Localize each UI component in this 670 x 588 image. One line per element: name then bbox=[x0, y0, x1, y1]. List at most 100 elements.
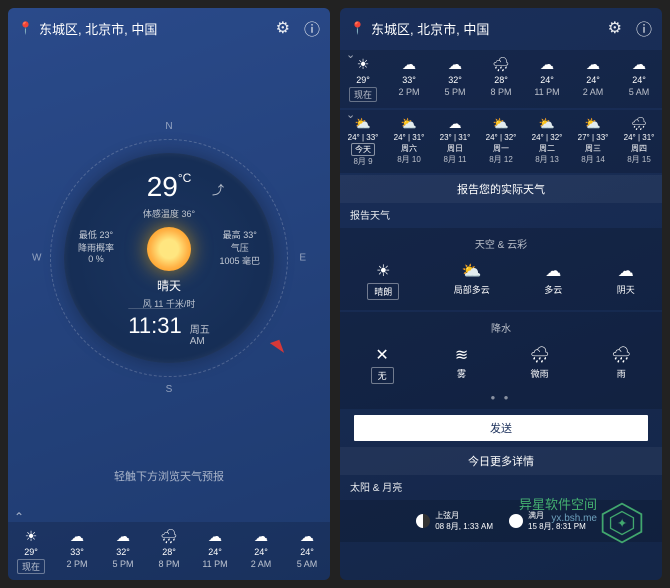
weather-icon: ☁ bbox=[386, 56, 432, 73]
precip-options: ✕无 ≋雾 🌧微雨 🌧雨 bbox=[340, 339, 662, 390]
svg-text:✦: ✦ bbox=[617, 516, 627, 530]
info-icon[interactable]: ⓘ bbox=[304, 16, 320, 40]
feels-like: 体感温度 36° bbox=[143, 207, 195, 220]
info-icon[interactable]: ⓘ bbox=[636, 16, 652, 40]
hourly-item[interactable]: 🌧28°8 PM bbox=[478, 56, 524, 102]
hourly-section[interactable]: ⌄ ☀29°现在☁33°2 PM☁32°5 PM🌧28°8 PM☁24°11 P… bbox=[340, 50, 662, 108]
precip-icon: ✕ bbox=[371, 345, 394, 365]
hourly-item[interactable]: ☁24°5 AM bbox=[616, 56, 662, 102]
moon-phase: 上弦月08 8月, 1:33 AM bbox=[416, 510, 493, 532]
sky-icon: ⛅ bbox=[454, 261, 490, 281]
daily-item[interactable]: ⛅27° | 33°周三8月 14 bbox=[570, 116, 616, 167]
weather-icon: ⛅ bbox=[478, 116, 524, 132]
sky-option[interactable]: ☁阴天 bbox=[617, 261, 635, 300]
precip-icon: ≋ bbox=[455, 345, 468, 365]
daily-forecast: ⛅24° | 33°今天8月 9⛅24° | 31°周六8月 10☁23° | … bbox=[340, 114, 662, 169]
sky-label: 天空 & 云彩 bbox=[340, 236, 662, 251]
precip-option[interactable]: ✕无 bbox=[371, 345, 394, 384]
share-icon[interactable]: ⤴ bbox=[212, 181, 224, 198]
hourly-item[interactable]: ☀29°现在 bbox=[8, 528, 54, 574]
weather-icon: ☀ bbox=[8, 528, 54, 545]
daily-section[interactable]: ⌄ ⛅24° | 33°今天8月 9⛅24° | 31°周六8月 10☁23° … bbox=[340, 110, 662, 173]
precip-icon: 🌧 bbox=[611, 345, 631, 365]
weather-icon: ☁ bbox=[570, 56, 616, 73]
hourly-item[interactable]: ☁24°2 AM bbox=[570, 56, 616, 102]
daily-item[interactable]: ⛅24° | 32°周一8月 12 bbox=[478, 116, 524, 167]
sky-option[interactable]: ☁多云 bbox=[544, 261, 562, 300]
weather-icon: ☁ bbox=[616, 56, 662, 73]
sky-icon: ☀ bbox=[367, 261, 399, 281]
sky-icon: ☁ bbox=[544, 261, 562, 281]
weather-icon: ☁ bbox=[432, 56, 478, 73]
compass-dial[interactable]: N S E W 29°C ⤴ 体感温度 36° 最低 23° 降雨概率 0 % … bbox=[64, 153, 274, 363]
hourly-item[interactable]: ☁24°11 PM bbox=[192, 528, 238, 574]
sunmoon-title: 太阳 & 月亮 bbox=[340, 475, 662, 498]
sky-option[interactable]: ⛅局部多云 bbox=[454, 261, 490, 300]
daily-item[interactable]: ⛅24° | 32°周二8月 13 bbox=[524, 116, 570, 167]
weather-icon: ⛅ bbox=[524, 116, 570, 132]
weather-icon: ☁ bbox=[284, 528, 330, 545]
weather-icon: ☁ bbox=[100, 528, 146, 545]
cardinal-s: S bbox=[166, 384, 173, 395]
hourly-item[interactable]: ☁33°2 PM bbox=[386, 56, 432, 102]
hourly-item[interactable]: ☁24°2 AM bbox=[238, 528, 284, 574]
daily-item[interactable]: ⛅24° | 33°今天8月 9 bbox=[340, 116, 386, 167]
swipe-hint: 轻触下方浏览天气预报 bbox=[8, 468, 330, 484]
sky-option[interactable]: ☀晴朗 bbox=[367, 261, 399, 300]
hourly-item[interactable]: ☁32°5 PM bbox=[432, 56, 478, 102]
location-icon: 📍 bbox=[350, 21, 365, 35]
location-title[interactable]: 东城区, 北京市, 中国 bbox=[371, 19, 594, 38]
weather-icon: 🌧 bbox=[146, 528, 192, 545]
condition-text: 晴天 bbox=[157, 277, 181, 294]
hourly-item[interactable]: 🌧28°8 PM bbox=[146, 528, 192, 574]
precip-icon: 🌧 bbox=[530, 345, 550, 365]
hourly-item[interactable]: ☀29°现在 bbox=[340, 56, 386, 102]
header: 📍 东城区, 北京市, 中国 ⚙ ⓘ bbox=[340, 8, 662, 48]
daily-item[interactable]: 🌧24° | 31°周四8月 15 bbox=[616, 116, 662, 167]
location-icon: 📍 bbox=[18, 21, 33, 35]
hourly-item[interactable]: ☁24°5 AM bbox=[284, 528, 330, 574]
compass-widget: N S E W 29°C ⤴ 体感温度 36° 最低 23° 降雨概率 0 % … bbox=[8, 98, 330, 418]
watermark-text: 异星软件空间 yx.bsh.me bbox=[519, 494, 597, 524]
hourly-item[interactable]: ☁33°2 PM bbox=[54, 528, 100, 574]
moon-icon bbox=[416, 514, 430, 528]
watermark-logo: ✦ bbox=[600, 501, 644, 545]
hourly-item[interactable]: ☁32°5 PM bbox=[100, 528, 146, 574]
weather-icon: 🌧 bbox=[478, 56, 524, 73]
low-temp: 最低 23° 降雨概率 0 % bbox=[78, 228, 114, 267]
chevron-up-icon[interactable]: ⌃ bbox=[14, 510, 24, 524]
report-title: 报告天气 bbox=[340, 203, 662, 226]
precip-section: 降水 ✕无≋雾🌧微雨🌧雨 ● ● bbox=[340, 312, 662, 409]
sky-options: ☀晴朗 ⛅局部多云 ☁多云 ☁阴天 bbox=[340, 255, 662, 306]
weather-icon: ⛅ bbox=[570, 116, 616, 132]
sun-icon bbox=[147, 227, 191, 271]
location-title[interactable]: 东城区, 北京市, 中国 bbox=[39, 19, 262, 38]
phone-right: 📍 东城区, 北京市, 中国 ⚙ ⓘ ⌄ ☀29°现在☁33°2 PM☁32°5… bbox=[340, 8, 662, 580]
weather-icon: 🌧 bbox=[616, 116, 662, 132]
precip-option[interactable]: 🌧微雨 bbox=[530, 345, 550, 384]
precip-option[interactable]: 🌧雨 bbox=[611, 345, 631, 384]
daily-item[interactable]: ☁23° | 31°周日8月 11 bbox=[432, 116, 478, 167]
precip-option[interactable]: ≋雾 bbox=[455, 345, 468, 384]
hourly-item[interactable]: ☁24°11 PM bbox=[524, 56, 570, 102]
hourly-forecast-right: ☀29°现在☁33°2 PM☁32°5 PM🌧28°8 PM☁24°11 PM☁… bbox=[340, 54, 662, 104]
high-temp: 最高 33° 气压 1005 毫巴 bbox=[219, 228, 260, 267]
hourly-forecast-left[interactable]: ⌃ ☀29°现在☁33°2 PM☁32°5 PM🌧28°8 PM☁24°11 P… bbox=[8, 522, 330, 580]
cardinal-n: N bbox=[165, 121, 172, 132]
settings-icon[interactable]: ⚙ bbox=[608, 18, 622, 38]
weather-icon: ☁ bbox=[238, 528, 284, 545]
settings-icon[interactable]: ⚙ bbox=[276, 18, 290, 38]
cardinal-e: E bbox=[299, 253, 306, 264]
report-banner[interactable]: 报告您的实际天气 bbox=[340, 175, 662, 203]
send-button[interactable]: 发送 bbox=[354, 415, 648, 441]
phone-left: 📍 东城区, 北京市, 中国 ⚙ ⓘ N S E W 29°C ⤴ 体感温度 3… bbox=[8, 8, 330, 580]
more-today[interactable]: 今日更多详情 bbox=[340, 447, 662, 475]
chevron-down-icon[interactable]: ⌄ bbox=[346, 48, 355, 61]
weather-icon: ☁ bbox=[192, 528, 238, 545]
wind-direction-arrow bbox=[270, 340, 284, 357]
weather-icon: ⛅ bbox=[386, 116, 432, 132]
daily-item[interactable]: ⛅24° | 31°周六8月 10 bbox=[386, 116, 432, 167]
weather-icon: ☁ bbox=[54, 528, 100, 545]
chevron-down-icon[interactable]: ⌄ bbox=[346, 108, 355, 121]
sky-icon: ☁ bbox=[617, 261, 635, 281]
